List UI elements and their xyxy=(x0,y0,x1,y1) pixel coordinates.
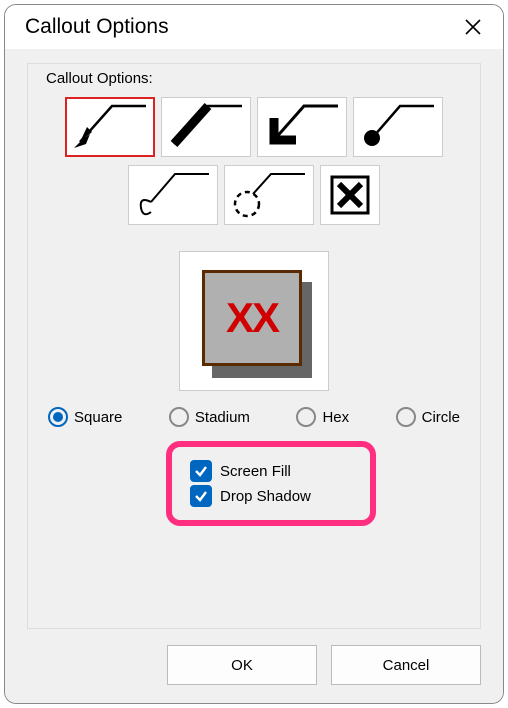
shape-radio-group: Square Stadium Hex Circle xyxy=(46,407,462,427)
chevron-arrow-icon xyxy=(260,100,344,154)
style-row-1 xyxy=(46,97,462,157)
radio-label: Hex xyxy=(322,409,349,426)
callout-options-dialog: Callout Options Callout Options: xyxy=(4,4,504,704)
checkmark-icon xyxy=(194,464,208,478)
x-box-icon xyxy=(327,172,373,218)
checkbox-box xyxy=(190,460,212,482)
style-dash-circle[interactable] xyxy=(224,165,314,225)
button-label: Cancel xyxy=(383,657,430,674)
close-icon xyxy=(464,18,482,36)
style-curl-line[interactable] xyxy=(128,165,218,225)
arrow-pointer-icon xyxy=(68,100,152,154)
dialog-body: Callout Options: xyxy=(5,49,503,703)
radio-circle-icon xyxy=(48,407,68,427)
checkbox-label: Drop Shadow xyxy=(220,488,311,505)
radio-label: Stadium xyxy=(195,409,250,426)
ok-button[interactable]: OK xyxy=(167,645,317,685)
style-line-dot[interactable] xyxy=(353,97,443,157)
curl-line-icon xyxy=(131,168,215,222)
callout-options-group: Callout Options: xyxy=(27,63,481,629)
style-arrow-pointer[interactable] xyxy=(65,97,155,157)
highlight-annotation: Screen Fill Drop Shadow xyxy=(166,441,376,526)
checkbox-screen-fill[interactable]: Screen Fill xyxy=(190,460,352,482)
radio-label: Square xyxy=(74,409,122,426)
button-label: OK xyxy=(231,657,253,674)
thick-line-icon xyxy=(164,100,248,154)
dash-circle-icon xyxy=(227,168,311,222)
radio-square[interactable]: Square xyxy=(48,407,122,427)
cancel-button[interactable]: Cancel xyxy=(331,645,481,685)
window-title: Callout Options xyxy=(25,15,169,39)
radio-stadium[interactable]: Stadium xyxy=(169,407,250,427)
radio-circle-icon xyxy=(296,407,316,427)
radio-label: Circle xyxy=(422,409,460,426)
radio-circle[interactable]: Circle xyxy=(396,407,460,427)
preview-text: XX xyxy=(226,294,278,342)
callout-preview: XX xyxy=(179,251,329,391)
style-row-2 xyxy=(46,165,462,225)
group-label: Callout Options: xyxy=(46,70,462,87)
style-x-box[interactable] xyxy=(320,165,380,225)
checkbox-label: Screen Fill xyxy=(220,463,291,480)
radio-circle-icon xyxy=(169,407,189,427)
checkbox-drop-shadow[interactable]: Drop Shadow xyxy=(190,485,352,507)
line-dot-icon xyxy=(356,100,440,154)
style-chevron-arrow[interactable] xyxy=(257,97,347,157)
radio-hex[interactable]: Hex xyxy=(296,407,349,427)
button-row: OK Cancel xyxy=(27,629,481,685)
checkbox-box xyxy=(190,485,212,507)
titlebar: Callout Options xyxy=(5,5,503,49)
close-button[interactable] xyxy=(461,15,485,39)
preview-square: XX xyxy=(202,270,302,366)
radio-circle-icon xyxy=(396,407,416,427)
style-thick-line[interactable] xyxy=(161,97,251,157)
checkmark-icon xyxy=(194,489,208,503)
